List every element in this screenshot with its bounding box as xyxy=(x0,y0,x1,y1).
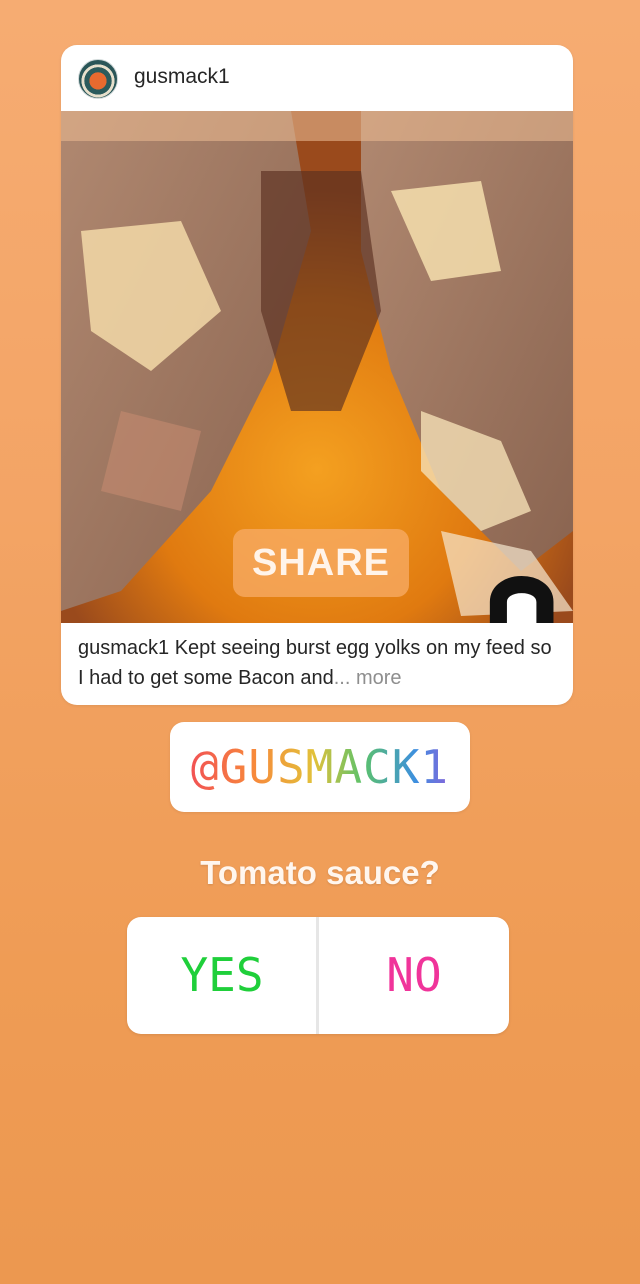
poll-option-no[interactable]: NO xyxy=(319,917,509,1034)
caption-username[interactable]: gusmack1 xyxy=(78,637,169,659)
hand-pointer-icon xyxy=(489,576,554,623)
post-caption: gusmack1 Kept seeing burst egg yolks on … xyxy=(78,633,558,693)
mention-sticker[interactable]: @GUSMACK1 xyxy=(170,722,470,812)
caption-more-link[interactable]: ... more xyxy=(334,667,402,689)
poll-sticker: YES NO xyxy=(127,917,509,1034)
mention-text: @GUSMACK1 xyxy=(170,722,470,812)
post-photo[interactable]: SHARE xyxy=(61,111,573,623)
avatar[interactable] xyxy=(78,59,118,99)
post-username[interactable]: gusmack1 xyxy=(134,65,230,89)
shared-post-card[interactable]: gusmack1 SHARE gusmack1 Kept seeing burs… xyxy=(61,45,573,705)
poll-option-yes[interactable]: YES xyxy=(127,917,317,1034)
poll-question: Tomato sauce? xyxy=(200,854,440,891)
post-header: gusmack1 xyxy=(61,45,573,111)
